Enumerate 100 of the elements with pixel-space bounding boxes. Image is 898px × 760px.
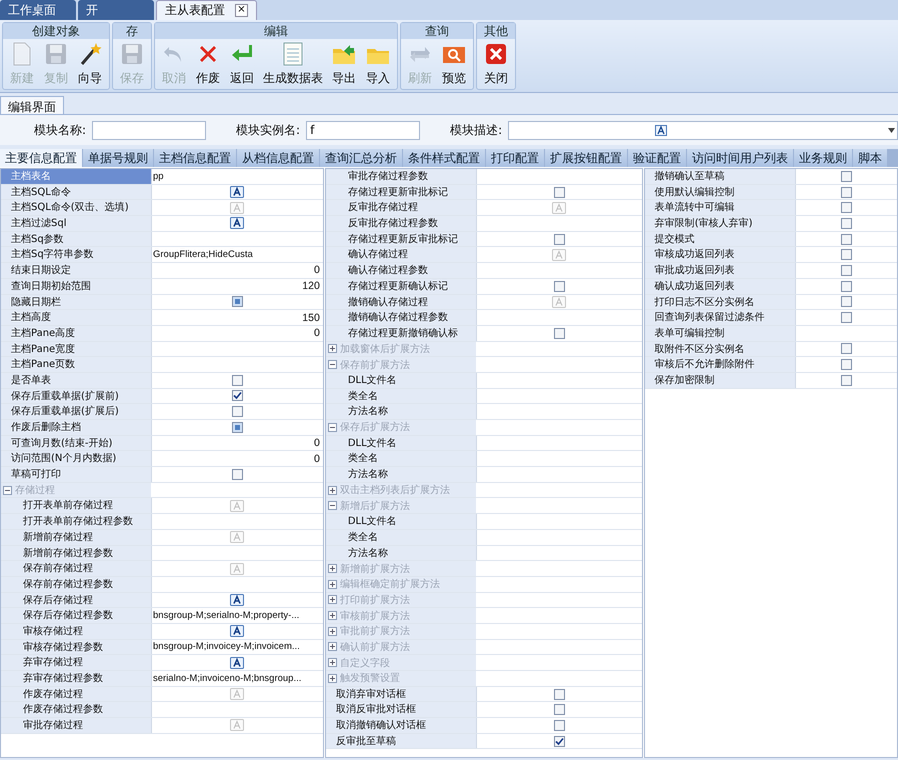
text-editor-icon[interactable] <box>230 217 244 230</box>
property-value[interactable]: 0 <box>314 437 323 450</box>
property-name[interactable]: DLL文件名 <box>326 372 476 388</box>
checkbox[interactable] <box>840 249 852 260</box>
property-name[interactable]: 审核存储过程 <box>1 624 151 639</box>
settings-tab[interactable]: 打印配置 <box>486 149 544 167</box>
property-value[interactable]: 0 <box>314 327 323 340</box>
expand-icon[interactable] <box>328 611 337 620</box>
property-name[interactable]: 取消撤销确认对话框 <box>326 718 476 733</box>
text-editor-icon[interactable] <box>655 124 668 136</box>
property-name[interactable]: 反审批存储过程 <box>326 200 476 216</box>
checkbox[interactable] <box>840 170 852 182</box>
property-name[interactable]: 可查询月数(结束-开始) <box>1 436 151 450</box>
checkbox[interactable] <box>232 406 243 418</box>
property-name[interactable]: 保存前存储过程参数 <box>1 576 151 592</box>
property-name[interactable]: 类全名 <box>326 388 476 404</box>
property-name[interactable]: DLL文件名 <box>326 514 476 529</box>
property-name[interactable]: 审批成功返回列表 <box>644 263 795 278</box>
property-name[interactable]: 类全名 <box>326 451 476 466</box>
expand-icon[interactable] <box>328 344 337 354</box>
expand-icon[interactable] <box>328 564 337 574</box>
collapse-icon[interactable] <box>3 486 12 495</box>
checkbox[interactable] <box>840 202 852 214</box>
settings-tab[interactable]: 单据号规则 <box>83 149 153 167</box>
checkbox[interactable] <box>554 736 565 747</box>
property-name[interactable]: 弃审存储过程参数 <box>1 671 151 686</box>
preview-button[interactable]: 预览 <box>438 39 470 89</box>
property-name[interactable]: 访问范围(N个月内数据) <box>1 451 151 466</box>
checkbox[interactable] <box>840 374 852 386</box>
checkbox[interactable] <box>554 234 565 245</box>
checkbox[interactable] <box>840 186 852 198</box>
property-name[interactable]: 反审批存储过程参数 <box>326 216 476 231</box>
property-name[interactable]: 是否单表 <box>1 372 151 388</box>
property-name[interactable]: 作废存储过程参数 <box>1 702 151 718</box>
input-field[interactable] <box>92 120 206 140</box>
property-name[interactable]: 打印日志不区分实例名 <box>644 294 795 310</box>
property-name[interactable]: 审核存储过程参数 <box>1 640 151 654</box>
property-name[interactable]: 撤销确认至草稿 <box>644 169 795 184</box>
editor-tab[interactable]: 编辑界面 <box>0 96 64 114</box>
checkbox[interactable] <box>232 374 243 386</box>
settings-tab[interactable]: 扩展按钮配置 <box>545 149 627 167</box>
checkbox[interactable] <box>840 312 852 324</box>
expand-icon[interactable] <box>328 642 337 652</box>
settings-tab[interactable]: 从档信息配置 <box>237 149 319 167</box>
property-name[interactable]: 撤销确认存储过程 <box>326 294 476 310</box>
property-name[interactable]: 类全名 <box>326 530 476 544</box>
checkbox[interactable] <box>840 296 852 308</box>
property-name[interactable]: 表单可编辑控制 <box>644 326 795 341</box>
checkbox[interactable] <box>840 264 852 276</box>
property-name[interactable]: 取消弃审对话框 <box>326 686 476 702</box>
text-editor-icon[interactable] <box>230 186 244 198</box>
checkbox[interactable] <box>232 468 243 480</box>
property-name[interactable]: 提交模式 <box>644 232 795 246</box>
settings-tab[interactable]: 验证配置 <box>628 149 686 167</box>
checkbox[interactable] <box>840 343 852 354</box>
property-name[interactable]: 隐藏日期栏 <box>1 294 151 310</box>
export-button[interactable]: 导出 <box>328 39 360 89</box>
collapse-icon[interactable] <box>328 422 337 432</box>
property-name[interactable]: 主档Sq参数 <box>1 232 151 246</box>
document-tab[interactable]: 开 <box>78 0 154 20</box>
collapse-icon[interactable] <box>328 501 337 510</box>
property-name[interactable]: DLL文件名 <box>326 436 476 450</box>
expand-icon[interactable] <box>328 674 337 683</box>
checkbox[interactable] <box>840 280 852 292</box>
checkbox[interactable] <box>554 186 565 198</box>
checkbox[interactable] <box>840 218 852 229</box>
property-name[interactable]: 撤销确认存储过程参数 <box>326 310 476 325</box>
property-name[interactable]: 主档Sq字符串参数 <box>1 247 151 262</box>
cross-button[interactable]: 作废 <box>192 39 224 89</box>
property-name[interactable]: 审批存储过程 <box>1 718 151 733</box>
checkbox[interactable] <box>232 390 243 402</box>
property-name[interactable]: 使用默认编辑控制 <box>644 184 795 200</box>
property-name[interactable]: 取消反审批对话框 <box>326 702 476 718</box>
property-name[interactable]: 存储过程更新审批标记 <box>326 184 476 200</box>
dropdown-caret-icon[interactable] <box>888 128 895 132</box>
property-name[interactable]: 取附件不区分实例名 <box>644 342 795 356</box>
property-value[interactable]: pp <box>152 170 164 182</box>
property-name[interactable]: 打开表单前存储过程 <box>1 498 151 514</box>
property-value[interactable]: 120 <box>302 280 323 292</box>
expand-icon[interactable] <box>328 580 337 589</box>
property-name[interactable]: 确认成功返回列表 <box>644 278 795 294</box>
property-name[interactable]: 表单流转中可编辑 <box>644 200 795 216</box>
property-value[interactable]: bnsgroup-M;serialno-M;property-... <box>152 610 300 622</box>
enter-button[interactable]: 返回 <box>226 39 258 89</box>
property-name[interactable]: 保存加密限制 <box>644 372 795 388</box>
property-value[interactable]: 150 <box>302 312 323 324</box>
property-name[interactable]: 确认存储过程参数 <box>326 263 476 278</box>
close-button[interactable]: 关闭 <box>480 39 512 89</box>
property-name[interactable]: 方法名称 <box>326 404 476 419</box>
property-name[interactable]: 草稿可打印 <box>1 467 151 482</box>
property-name[interactable]: 主档高度 <box>1 310 151 325</box>
close-tab-button[interactable]: × <box>235 4 248 17</box>
property-name[interactable]: 反审批至草稿 <box>326 734 476 748</box>
property-value[interactable]: 0 <box>314 264 323 276</box>
checkbox[interactable] <box>554 280 565 292</box>
settings-tab[interactable]: 脚本 <box>853 149 887 167</box>
settings-tab[interactable]: 访问时间用户列表 <box>687 149 793 167</box>
folder-button[interactable]: 导入 <box>362 39 394 89</box>
property-name[interactable]: 主档Pane宽度 <box>1 342 151 356</box>
property-name[interactable]: 保存后重载单据(扩展前) <box>1 388 151 404</box>
